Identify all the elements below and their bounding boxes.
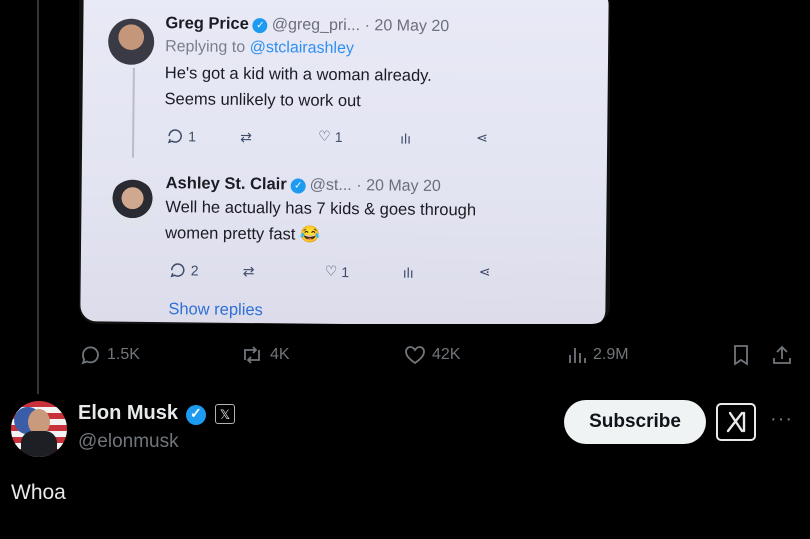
- heart-icon: ♡: [318, 127, 331, 144]
- reply2-handle: @st...: [309, 176, 352, 195]
- repost-button[interactable]: 4K: [240, 345, 290, 365]
- like-count: 42K: [432, 346, 461, 363]
- reply1-replying-to: Replying to @stclairashley: [165, 38, 354, 58]
- like-button[interactable]: 42K: [404, 345, 460, 365]
- tweet-text: Whoa: [11, 481, 66, 504]
- elon-musk-avatar[interactable]: [11, 401, 67, 457]
- tweet-action-bar: 1.5K 4K 42K 2.9M: [0, 343, 810, 369]
- repost-icon: [244, 346, 260, 364]
- reply2-date: · 20 May 20: [356, 177, 441, 196]
- subscribe-button[interactable]: Subscribe: [564, 400, 706, 444]
- embedded-screenshot-image[interactable]: Greg Price ✓ @greg_pri... · 20 May 20 Repl…: [79, 0, 610, 324]
- reply2-text: Well he actually has 7 kids & goes throu…: [165, 198, 477, 244]
- views-button[interactable]: 2.9M: [567, 345, 629, 365]
- bookmark-button[interactable]: [731, 344, 751, 366]
- reply2-name: Ashley St. Clair: [165, 174, 287, 194]
- reply-icon: [170, 263, 185, 278]
- grok-button[interactable]: [716, 403, 756, 441]
- reply1-reply-button: 1: [166, 128, 196, 144]
- views-icon: [569, 348, 586, 363]
- verified-badge-icon: ✓: [252, 18, 268, 34]
- reply1-views-icon: ılı: [400, 130, 412, 147]
- reply1-name: Greg Price: [165, 14, 249, 33]
- phone-screen: Greg Price ✓ @greg_pri... · 20 May 20 Repl…: [80, 0, 609, 324]
- show-replies-link: Show replies: [168, 300, 263, 320]
- share-icon: [773, 345, 791, 364]
- reply2-like-button: ♡ 1: [324, 262, 350, 280]
- reply2-repost-icon: ⇄: [242, 262, 255, 280]
- reply1-date: · 20 May 20: [364, 17, 450, 36]
- x-affiliation-icon[interactable]: 𝕏: [215, 404, 235, 424]
- author-name[interactable]: Elon Musk: [78, 402, 178, 425]
- reply-thread-line: [131, 67, 135, 158]
- verified-badge-icon: [186, 405, 206, 425]
- thread-connector-line: [37, 0, 39, 394]
- reply-button[interactable]: 1.5K: [79, 345, 140, 365]
- verified-badge-icon: ✓: [290, 178, 306, 194]
- reply-icon: [167, 129, 182, 144]
- reply2-share-icon: ⋖: [478, 263, 491, 280]
- reply-icon: [81, 346, 99, 365]
- repost-count: 4K: [270, 346, 290, 363]
- heart-icon: [405, 346, 425, 365]
- more-options-icon[interactable]: ···: [770, 408, 793, 431]
- reply1-handle: @greg_pri...: [271, 16, 361, 35]
- author-handle[interactable]: @elonmusk: [78, 431, 179, 453]
- reply1-like-button: ♡ 1: [318, 127, 343, 145]
- reply2-reply-button: 2: [169, 262, 199, 278]
- heart-icon: ♡: [324, 262, 338, 279]
- reply1-text: He's got a kid with a woman already. See…: [164, 64, 432, 111]
- ashley-st-clair-avatar: [109, 179, 156, 227]
- bookmark-icon: [734, 345, 748, 366]
- views-count: 2.9M: [593, 346, 629, 363]
- reply2-views-icon: ılı: [402, 264, 414, 281]
- greg-price-avatar: [107, 18, 155, 65]
- grok-logo-icon: [726, 411, 746, 433]
- reply1-share-icon: ⋖: [476, 129, 489, 146]
- reply-count: 1.5K: [107, 346, 140, 363]
- share-button[interactable]: [771, 344, 793, 366]
- reply1-repost-icon: ⇄: [240, 128, 253, 146]
